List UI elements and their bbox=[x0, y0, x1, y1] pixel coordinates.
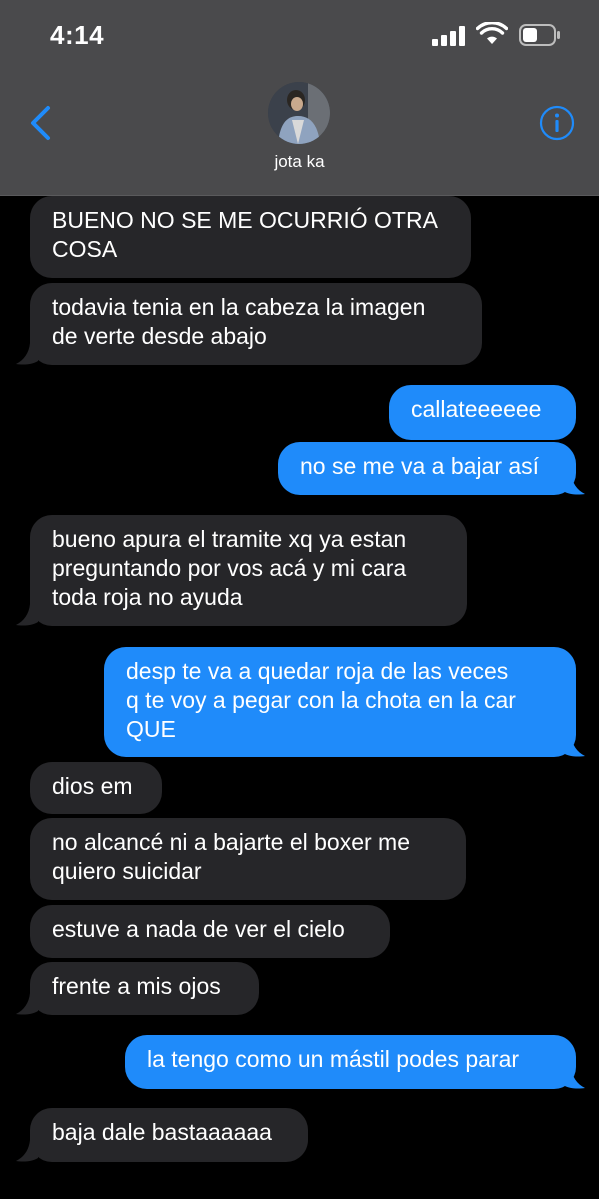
contact-name[interactable]: jota ka bbox=[0, 152, 599, 172]
message-bubble-outgoing: desp te va a quedar roja de las veces q … bbox=[104, 647, 576, 757]
battery-icon bbox=[519, 24, 560, 46]
message-bubble-incoming: baja dale bastaaaaaa bbox=[30, 1108, 308, 1162]
info-icon[interactable] bbox=[539, 105, 575, 141]
signal-icon bbox=[432, 26, 466, 46]
bubble-tail bbox=[16, 343, 38, 365]
message-bubble-outgoing: callateeeeee bbox=[389, 385, 576, 440]
message-bubble-outgoing: no se me va a bajar así bbox=[278, 442, 576, 495]
message-bubble-incoming: todavia tenia en la cabeza la imagen de … bbox=[30, 283, 482, 365]
conversation-header: 4:14 jota ka bbox=[0, 0, 599, 196]
avatar-photo bbox=[268, 82, 330, 144]
message-bubble-incoming: BUENO NO SE ME OCURRIÓ OTRA COSA bbox=[30, 196, 471, 278]
message-bubble-incoming: frente a mis ojos bbox=[30, 962, 259, 1015]
bubble-tail bbox=[16, 604, 38, 626]
wifi-icon bbox=[476, 22, 508, 44]
bubble-tail bbox=[563, 473, 585, 495]
bubble-tail bbox=[563, 735, 585, 757]
message-bubble-outgoing: la tengo como un mástil podes parar bbox=[125, 1035, 576, 1089]
bubble-tail bbox=[16, 1140, 38, 1162]
status-time: 4:14 bbox=[50, 20, 105, 50]
bubble-tail bbox=[563, 1067, 585, 1089]
message-bubble-incoming: dios em bbox=[30, 762, 162, 814]
bubble-tail bbox=[16, 993, 38, 1015]
message-bubble-incoming: no alcancé ni a bajarte el boxer me quie… bbox=[30, 818, 466, 900]
contact-avatar[interactable] bbox=[268, 82, 330, 144]
message-bubble-incoming: bueno apura el tramite xq ya estan pregu… bbox=[30, 515, 467, 626]
chevron-left-icon[interactable] bbox=[26, 104, 56, 142]
message-bubble-incoming: estuve a nada de ver el cielo bbox=[30, 905, 390, 958]
